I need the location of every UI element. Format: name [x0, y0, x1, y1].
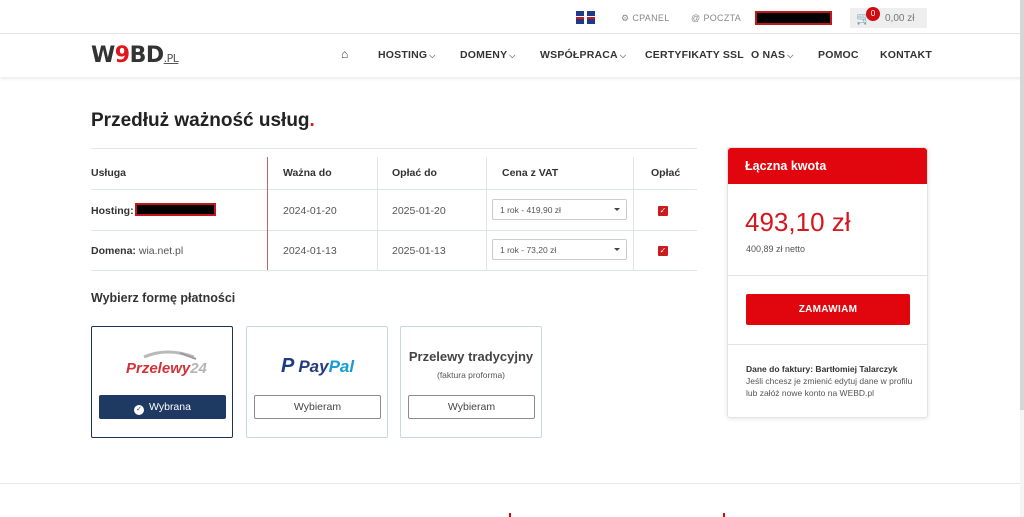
payment-option-paypal[interactable]: P PayPal Wybieram [246, 326, 388, 438]
invoice-note: Jeśli chcesz je zmienić edytuj dane w pr… [746, 376, 913, 398]
przelewy24-logo-text: Przelewy24 [126, 360, 207, 377]
choose-button[interactable]: Wybieram [254, 395, 381, 419]
cart-button[interactable]: 🛒 0 0,00 zł [850, 7, 927, 28]
pay-to-date: 2025-01-20 [392, 205, 446, 217]
order-button[interactable]: ZAMAWIAM [746, 294, 910, 325]
account-link-redacted[interactable] [755, 11, 832, 25]
selected-button[interactable]: ✓ Wybrana [99, 395, 226, 419]
scrollbar-thumb[interactable] [1020, 0, 1024, 410]
table-row-service: Domena: wia.net.pl [91, 245, 184, 257]
header-usluga: Usługa [91, 167, 127, 179]
nav-hosting[interactable]: HOSTING ⌵ [378, 49, 436, 61]
valid-to-date: 2024-01-13 [283, 245, 337, 257]
transfer-subtitle: (faktura proforma) [436, 370, 506, 380]
cpanel-label: CPANEL [632, 13, 670, 23]
dropdown-arrow-icon [614, 208, 620, 211]
paypal-logo: P PayPal [281, 355, 355, 377]
invoice-info: Dane do faktury: Bartłomiej Talarczyk Je… [746, 363, 916, 399]
footer-marker [509, 513, 511, 517]
chevron-down-icon: ⌵ [429, 51, 436, 60]
choose-button[interactable]: Wybieram [408, 395, 535, 419]
page-title: Przedłuż ważność usług. [91, 110, 315, 131]
poczta-label: POCZTA [703, 13, 742, 23]
english-flag-icon[interactable] [576, 11, 595, 24]
footer-divider [0, 483, 1024, 484]
cart-count-badge: 0 [866, 7, 880, 21]
nav-kontakt[interactable]: KONTAKT [880, 49, 932, 61]
header-cena: Cena z VAT [502, 167, 559, 179]
chevron-down-icon: ⌵ [509, 51, 516, 60]
header-oplac-do: Opłać do [392, 167, 437, 179]
valid-to-date: 2024-01-20 [283, 205, 337, 217]
nav-o-nas[interactable]: O NAS ⌵ [751, 49, 794, 61]
cart-amount: 0,00 zł [885, 13, 915, 24]
home-icon[interactable]: ⌂ [341, 47, 348, 61]
chevron-down-icon: ⌵ [787, 51, 794, 60]
summary-heading: Łączna kwota [728, 148, 927, 184]
transfer-title: Przelewy tradycyjny [408, 349, 534, 364]
footer-marker [723, 513, 725, 517]
pay-to-date: 2025-01-13 [392, 245, 446, 257]
nav-domeny[interactable]: DOMENY ⌵ [460, 49, 516, 61]
netto-amount: 400,89 zł netto [746, 244, 806, 254]
payment-option-przelewy24[interactable]: Przelewy24 ✓ Wybrana [91, 326, 233, 438]
header-wazna-do: Ważna do [283, 167, 332, 179]
pay-checkbox[interactable]: ✓ [658, 246, 668, 256]
pay-checkbox[interactable]: ✓ [658, 206, 668, 216]
chevron-down-icon: ⌵ [619, 51, 627, 60]
dropdown-arrow-icon [614, 248, 620, 251]
nav-wspolpraca[interactable]: WSPÓŁPRACA ⌵ [540, 49, 626, 61]
header-oplac: Opłać [651, 167, 681, 179]
price-select[interactable]: 1 rok - 73,20 zł [492, 239, 627, 260]
paypal-p-icon: P [281, 355, 295, 377]
cpanel-link[interactable]: ⚙ CPANEL [621, 13, 670, 24]
nav-pomoc[interactable]: POMOC [818, 49, 859, 61]
summary-panel: Łączna kwota 493,10 zł 400,89 zł netto Z… [727, 147, 928, 418]
table-row-service: Hosting: [91, 205, 134, 217]
nav-certyfikaty-ssl[interactable]: CERTYFIKATY SSL [645, 49, 744, 61]
at-icon: @ [691, 13, 701, 23]
webd-logo[interactable]: W9BD.PL [91, 43, 179, 68]
hosting-name-redacted [135, 203, 216, 216]
top-bar: ⚙ CPANEL @ POCZTA 🛒 0 0,00 zł [0, 0, 1024, 34]
check-icon: ✓ [134, 405, 145, 415]
gear-icon: ⚙ [621, 13, 630, 23]
payment-heading: Wybierz formę płatności [91, 291, 236, 305]
price-select[interactable]: 1 rok - 419,90 zł [492, 199, 627, 220]
invoice-label: Dane do faktury: Bartłomiej Talarczyk [746, 364, 898, 374]
payment-option-transfer[interactable]: Przelewy tradycyjny (faktura proforma) W… [400, 326, 542, 438]
total-amount: 493,10 zł [745, 207, 851, 237]
main-navbar: W9BD.PL ⌂ HOSTING ⌵ DOMENY ⌵ WSPÓŁPRACA ⌵ C… [0, 35, 1024, 77]
poczta-link[interactable]: @ POCZTA [691, 13, 741, 23]
